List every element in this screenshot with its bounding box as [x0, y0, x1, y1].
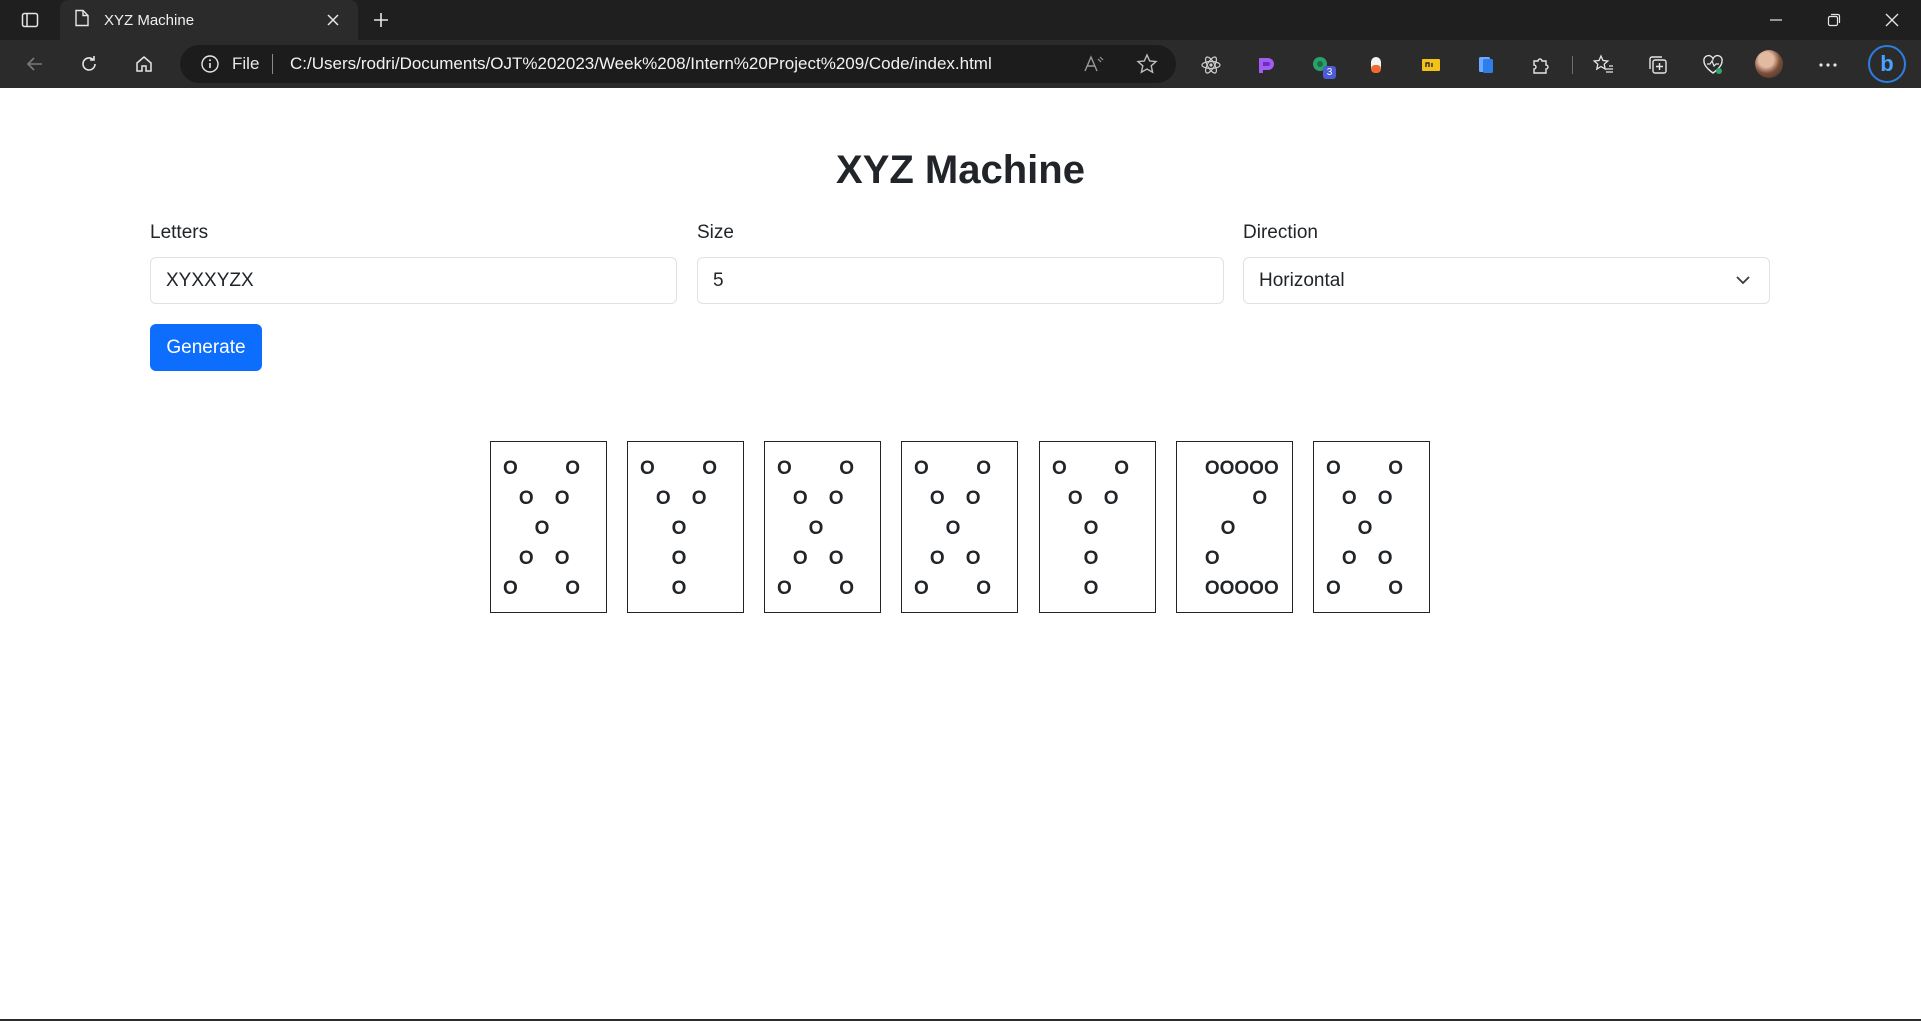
toolbar-divider — [1572, 56, 1573, 74]
letters-input[interactable] — [150, 257, 677, 304]
page-document-icon — [74, 9, 90, 31]
page-content: XYZ Machine Letters Size Direction Horiz… — [0, 88, 1921, 1021]
letter-pattern-card: O O O O O O O — [627, 441, 744, 613]
bing-copilot-icon[interactable]: b — [1868, 45, 1906, 83]
back-icon[interactable] — [18, 48, 52, 80]
react-devtools-icon[interactable] — [1198, 52, 1224, 78]
chevron-down-icon — [1734, 271, 1752, 289]
letter-pattern-card: O O O O O O O O O — [490, 441, 607, 613]
pattern-text: OOOOO O O O OOOOO — [1204, 458, 1279, 599]
pattern-text: O O O O O O O O O — [503, 458, 581, 599]
direction-selected-value: Horizontal — [1259, 269, 1345, 291]
browser-tab-active[interactable]: XYZ Machine — [60, 0, 358, 40]
address-scheme: File — [232, 54, 260, 73]
letter-pattern-card: O O O O O O O — [1039, 441, 1156, 613]
pattern-text: O O O O O O O O O — [777, 458, 855, 599]
new-tab-icon[interactable] — [366, 6, 396, 34]
more-options-icon[interactable] — [1815, 52, 1841, 78]
letter-pattern-card: O O O O O O O O O — [901, 441, 1018, 613]
close-tab-icon[interactable] — [322, 9, 344, 31]
home-icon[interactable] — [127, 48, 161, 80]
letter-pattern-card: O O O O O O O O O — [764, 441, 881, 613]
minimize-window-icon[interactable] — [1747, 0, 1805, 40]
output-pattern-list: O O O O O O O O O O O O O O O O O O O O … — [490, 441, 1430, 613]
address-url[interactable]: C:/Users/rodri/Documents/OJT%202023/Week… — [290, 54, 992, 74]
page-title: XYZ Machine — [836, 148, 1085, 192]
tab-title: XYZ Machine — [104, 11, 195, 29]
size-label: Size — [697, 222, 734, 243]
browser-essentials-heart-icon[interactable] — [1700, 52, 1726, 78]
direction-label: Direction — [1243, 222, 1318, 243]
browser-tab-bar: XYZ Machine — [0, 0, 1921, 40]
orange-extension-icon[interactable] — [1363, 52, 1389, 78]
letter-pattern-card: O O O O O O O O O — [1313, 441, 1430, 613]
pattern-text: O O O O O O O O O — [914, 458, 992, 599]
extension-count-badge: 3 — [1323, 66, 1336, 79]
refresh-icon[interactable] — [72, 48, 106, 80]
extensions-puzzle-icon[interactable] — [1528, 52, 1554, 78]
pattern-text: O O O O O O O — [640, 458, 718, 599]
blue-extension-icon[interactable] — [1473, 52, 1499, 78]
address-bar[interactable]: File C:/Users/rodri/Documents/OJT%202023… — [180, 45, 1176, 83]
tab-actions-icon[interactable] — [10, 7, 50, 33]
collections-icon[interactable] — [1645, 52, 1671, 78]
site-info-icon[interactable] — [200, 54, 220, 74]
yellow-extension-icon[interactable] — [1418, 52, 1444, 78]
pattern-text: O O O O O O O O O — [1326, 458, 1404, 599]
pattern-text: O O O O O O O — [1052, 458, 1130, 599]
profile-avatar[interactable] — [1755, 50, 1783, 78]
close-window-icon[interactable] — [1863, 0, 1921, 40]
direction-select[interactable]: Horizontal — [1243, 257, 1770, 304]
letter-pattern-card: OOOOO O O O OOOOO — [1176, 441, 1293, 613]
restore-window-icon[interactable] — [1805, 0, 1863, 40]
size-input[interactable] — [697, 257, 1224, 304]
read-aloud-icon[interactable] — [1082, 53, 1106, 75]
address-divider — [272, 54, 273, 74]
favorite-star-icon[interactable] — [1135, 53, 1159, 75]
purple-extension-icon[interactable] — [1253, 52, 1279, 78]
browser-toolbar: File C:/Users/rodri/Documents/OJT%202023… — [0, 40, 1921, 88]
favorites-list-icon[interactable] — [1590, 52, 1616, 78]
letters-label: Letters — [150, 222, 209, 243]
generate-button[interactable]: Generate — [150, 324, 262, 371]
